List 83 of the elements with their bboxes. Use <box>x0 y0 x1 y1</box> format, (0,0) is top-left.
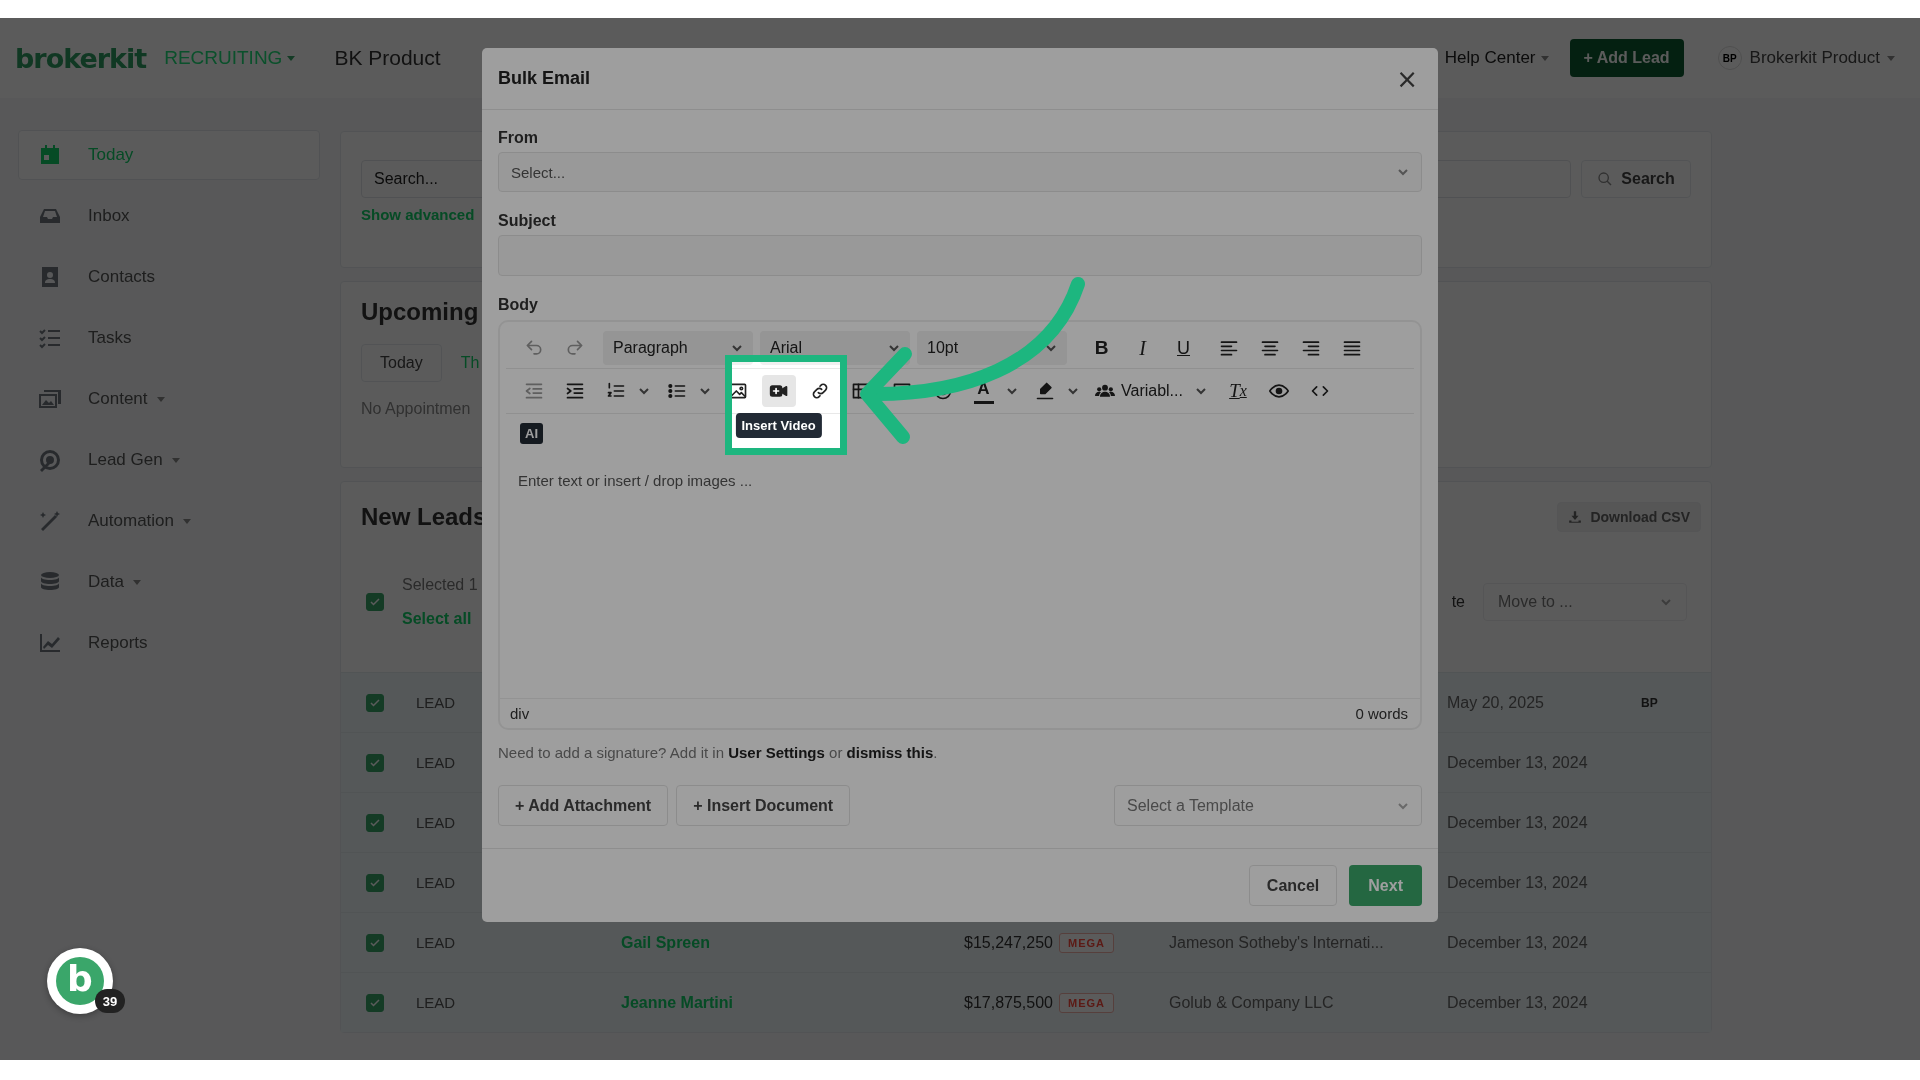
ai-button[interactable]: AI <box>520 422 543 444</box>
sender-dropdown[interactable]: Select... <box>498 152 1422 192</box>
checkbox[interactable] <box>366 993 384 1012</box>
sidebar-icon <box>38 326 62 350</box>
caret-icon <box>1045 342 1057 354</box>
section-title: Upcoming <box>361 298 479 326</box>
subject-field[interactable] <box>498 235 1422 276</box>
caret-icon <box>699 385 711 397</box>
chevron-down-icon <box>1660 596 1672 608</box>
checkbox[interactable] <box>366 693 384 712</box>
checkbox[interactable] <box>366 593 384 611</box>
brand-logo: brokerkit <box>15 42 147 74</box>
dialog-title: Bulk Email <box>498 68 591 89</box>
sidebar-icon <box>38 448 62 472</box>
sidebar-icon <box>38 387 62 411</box>
block-format-dropdown[interactable]: Paragraph <box>603 331 753 365</box>
checkmark-icon <box>369 696 381 709</box>
sidebar-icon <box>38 631 62 655</box>
checkmark-icon <box>369 816 381 829</box>
table-cell-text: LEAD <box>416 694 457 711</box>
caret-icon <box>1006 385 1018 397</box>
checkmark-icon <box>369 936 381 949</box>
table-cell: $15,247,250 <box>964 933 1053 952</box>
caret-icon <box>286 53 297 63</box>
table-cell-text: LEAD <box>416 814 457 831</box>
user-settings-link[interactable]: User Settings <box>728 744 825 761</box>
field-label: Body <box>498 295 539 315</box>
caret-icon <box>1067 385 1079 397</box>
add-lead-button[interactable]: + Add Lead <box>1569 39 1684 77</box>
caret-icon <box>1539 53 1550 63</box>
table-cell: $17,875,500 <box>964 993 1053 1012</box>
chevron-down-icon <box>1397 166 1409 178</box>
element-path: div <box>510 705 530 722</box>
contact-link[interactable]: Jeanne Martini <box>621 993 964 1012</box>
account-title: BK Product <box>334 46 441 70</box>
sidebar-item[interactable]: Reports <box>18 618 320 668</box>
contact-link[interactable]: Gail Spreen <box>621 933 964 952</box>
word-count: 0 words <box>1355 705 1408 722</box>
caret-icon <box>888 342 900 354</box>
next-button[interactable]: Next <box>1349 865 1422 906</box>
period-tab[interactable]: Today <box>361 344 442 382</box>
advanced-search-link[interactable]: Show advanced <box>361 206 475 223</box>
caret-icon <box>1886 53 1896 63</box>
notification-badge: 39 <box>95 989 125 1013</box>
field-label: Subject <box>498 211 557 231</box>
sidebar-item[interactable]: Today <box>18 130 320 180</box>
user-menu[interactable]: Brokerkit Product <box>1749 48 1896 68</box>
caret-icon <box>1194 385 1207 397</box>
tooltip: Insert Video <box>735 413 822 438</box>
sidebar-item[interactable]: Automation <box>18 496 320 546</box>
owner-initials: BP <box>1641 695 1659 710</box>
select-all-link[interactable]: Select all <box>402 610 478 628</box>
tier-tag: MEGA <box>1059 932 1114 953</box>
sidebar-item[interactable]: Contacts <box>18 252 320 302</box>
sidebar-item[interactable]: Content <box>18 374 320 424</box>
table-cell-text: LEAD <box>416 934 457 951</box>
checkmark-icon <box>369 596 381 608</box>
caret-icon <box>731 342 743 354</box>
workspace-menu[interactable]: RECRUITING <box>164 47 297 69</box>
checkbox[interactable] <box>366 753 384 772</box>
table-cell-text: LEAD <box>416 994 457 1011</box>
checkbox[interactable] <box>366 813 384 832</box>
sidebar-item[interactable]: Inbox <box>18 191 320 241</box>
search-icon <box>1597 171 1614 187</box>
checkmark-icon <box>369 876 381 889</box>
table-cell-text: LEAD <box>416 874 457 891</box>
checkmark-icon <box>369 996 381 1009</box>
sidebar-item[interactable]: Lead Gen <box>18 435 320 485</box>
checkmark-icon <box>369 756 381 769</box>
checkbox[interactable] <box>366 933 384 952</box>
field-label: From <box>498 128 539 148</box>
tier-tag: MEGA <box>1059 992 1114 1013</box>
caret-icon <box>638 385 650 397</box>
help-menu[interactable]: Help Center <box>1444 48 1550 68</box>
search-button[interactable]: Search <box>1581 160 1691 198</box>
sidebar-item[interactable]: Tasks <box>18 313 320 363</box>
bulk-action-button[interactable]: te <box>1451 593 1465 611</box>
sidebar-icon <box>38 509 62 533</box>
checkbox[interactable] <box>366 873 384 892</box>
user-avatar[interactable]: BP <box>1717 46 1742 70</box>
sidebar-item[interactable]: Data <box>18 557 320 607</box>
download-icon <box>1568 510 1583 524</box>
sidebar-icon <box>38 143 62 167</box>
